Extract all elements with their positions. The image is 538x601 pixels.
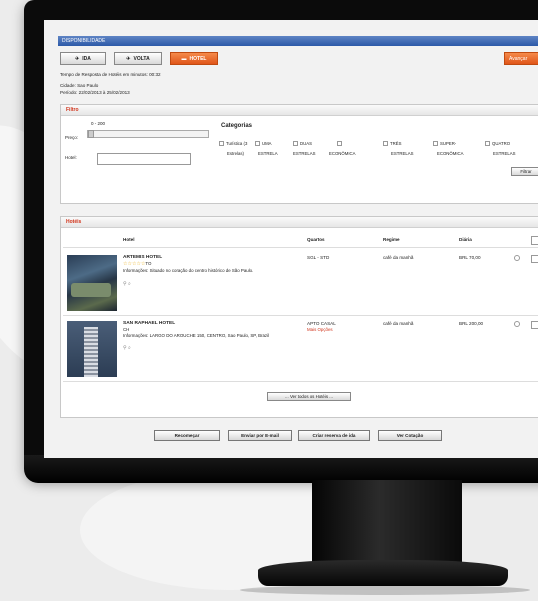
tab-ida[interactable]: ✈ IDA [60, 52, 106, 65]
city-label: Cidade: Sao Paulo [60, 83, 99, 88]
column-header-hotel: Hotel [123, 237, 135, 242]
send-email-button[interactable]: Enviar por E-mail [228, 430, 292, 441]
hotel-photo [67, 255, 117, 311]
checkbox[interactable] [337, 141, 342, 147]
hotel-chain: CH [123, 327, 130, 332]
divider [63, 247, 538, 248]
see-all-hotels-button[interactable]: ... Ver todos os Hotéis ... [267, 392, 351, 401]
hotels-title: Hotéis [61, 217, 538, 228]
filter-panel: Filtro 0 - 200 Preço: Hotel: Categorias … [60, 104, 538, 204]
plane-icon: ✈ [75, 55, 80, 62]
tab-volta-label: VOLTA [133, 55, 150, 62]
window-title: DISPONIBILIDADE [58, 36, 538, 46]
table-row[interactable]: ARTEMIS HOTEL ☆☆☆☆☆TO Informações: Situa… [61, 249, 538, 313]
bed-shape [71, 283, 111, 297]
select-radio[interactable] [514, 321, 520, 327]
hotel-input[interactable] [97, 153, 191, 165]
room-type: SGL - STD [307, 255, 330, 260]
period-label: Período: 22/02/2013 à 25/02/2013 [60, 90, 130, 95]
hotel-name: ARTEMIS HOTEL [123, 255, 163, 260]
category-item[interactable]: QUATRO ESTRELAS [485, 139, 525, 159]
map-pin-icon[interactable]: ⚲ ⌕ [123, 345, 131, 351]
building-shape [84, 327, 98, 377]
checkbox[interactable] [255, 141, 260, 147]
checkbox[interactable] [485, 141, 490, 147]
hotel-label: Hotel: [65, 155, 77, 160]
divider [63, 381, 538, 382]
hotel-photo [67, 321, 117, 377]
row-checkbox[interactable] [531, 255, 538, 263]
row-checkbox[interactable] [531, 321, 538, 329]
checkbox[interactable] [293, 141, 298, 147]
column-header-regime: Regime [383, 237, 400, 242]
tab-hotel-label: HOTEL [189, 55, 207, 62]
create-reservation-button[interactable]: Criar reserva de ida [298, 430, 370, 441]
tab-hotel[interactable]: ▬ HOTEL [170, 52, 218, 65]
tab-ida-label: IDA [82, 55, 91, 62]
price-slider[interactable] [87, 130, 209, 138]
monitor-screen: DISPONIBILIDADE ✈ IDA ✈ VOLTA ▬ HOTEL Av… [44, 20, 538, 458]
checkbox[interactable] [383, 141, 388, 147]
checkbox[interactable] [219, 141, 224, 147]
column-header-price: Diária [459, 237, 472, 242]
daily-rate: BRL 200,00 [459, 321, 484, 326]
hotel-info: Informações: LARGO DO AROUCHE 150, CENTR… [123, 333, 270, 338]
categories-title: Categorias [221, 123, 253, 129]
monitor-stand-neck [312, 480, 462, 570]
meal-plan: café da manhã [383, 321, 414, 326]
daily-rate: BRL 70,00 [459, 255, 481, 260]
table-row[interactable]: SAN RAPHAEL HOTEL CH Informações: LARGO … [61, 317, 538, 379]
filter-button[interactable]: Filtrar [511, 167, 538, 176]
advance-button[interactable]: Avançar [504, 52, 538, 65]
hotel-name: SAN RAPHAEL HOTEL [123, 321, 176, 326]
filter-title: Filtro [61, 105, 538, 116]
map-pin-icon[interactable]: ⚲ ⌕ [123, 281, 131, 287]
plane-icon: ✈ [126, 55, 131, 62]
category-item[interactable]: UMA ESTRELA [255, 139, 287, 159]
response-time: Tempo de Resposta de Hotéis em minutos: … [60, 72, 161, 77]
restart-button[interactable]: Recomeçar [154, 430, 220, 441]
meal-plan: café da manhã [383, 255, 414, 260]
more-options-link[interactable]: Mais Opções [307, 327, 333, 332]
divider [63, 315, 538, 316]
room-type: APTO CASAL [307, 321, 336, 326]
view-quote-button[interactable]: Ver Cotação [378, 430, 442, 441]
tab-bar: ✈ IDA ✈ VOLTA ▬ HOTEL [60, 52, 218, 65]
stand-shadow [240, 585, 530, 595]
monitor-stand-base [258, 560, 508, 586]
monitor-chin [24, 455, 538, 483]
select-all-checkbox[interactable] [531, 236, 538, 245]
category-item[interactable]: Turística (3 Estrelas) [219, 139, 251, 159]
category-item[interactable]: ECONÔMICA [329, 139, 369, 159]
select-radio[interactable] [514, 255, 520, 261]
category-item[interactable]: SUPER- ECONÔMICA [433, 139, 473, 159]
price-label: Preço: [65, 135, 79, 140]
tab-volta[interactable]: ✈ VOLTA [114, 52, 162, 65]
hotels-panel: Hotéis Hotel Quartos Regime Diária ARTEM… [60, 216, 538, 418]
checkbox[interactable] [433, 141, 438, 147]
slider-handle[interactable] [88, 130, 94, 138]
price-range: 0 - 200 [91, 121, 106, 126]
category-item[interactable]: TRÊS ESTRELAS [383, 139, 419, 159]
bed-icon: ▬ [181, 55, 187, 62]
category-item[interactable]: DUAS ESTRELAS [293, 139, 329, 159]
column-header-rooms: Quartos [307, 237, 325, 242]
hotel-info: Informações: Situado no coração do centr… [123, 268, 254, 273]
star-rating-icon: ☆☆☆☆☆TO [123, 261, 152, 267]
